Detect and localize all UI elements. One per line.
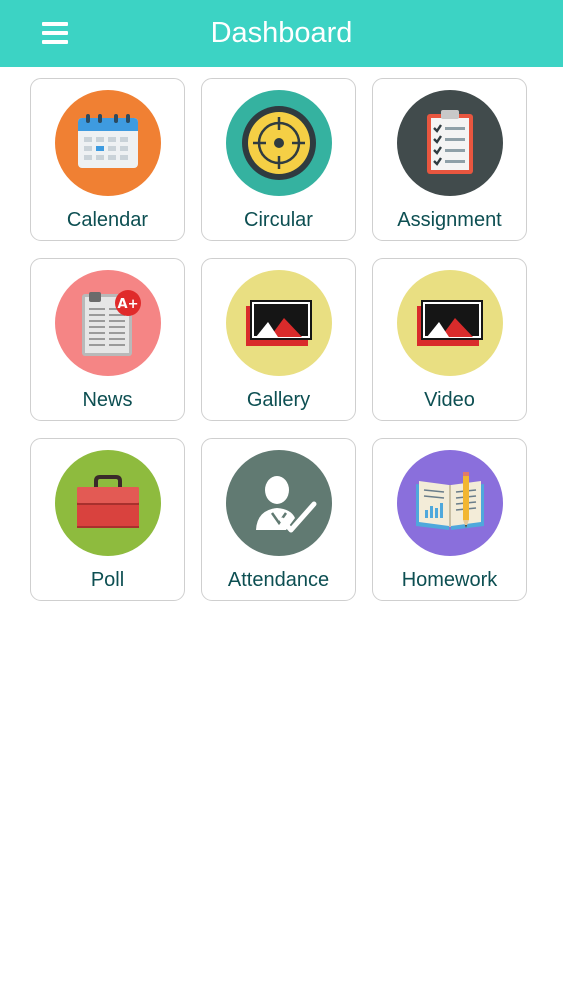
calendar-icon xyxy=(55,90,161,196)
tile-label: Attendance xyxy=(227,569,330,591)
tile-assignment[interactable]: Assignment xyxy=(372,78,527,241)
tile-gallery[interactable]: Gallery xyxy=(201,258,356,421)
briefcase-icon xyxy=(55,450,161,556)
clipboard-checklist-icon xyxy=(397,90,503,196)
tile-label: Video xyxy=(424,389,475,411)
tile-circular[interactable]: Circular xyxy=(201,78,356,241)
tile-label: Homework xyxy=(401,569,498,591)
open-book-icon xyxy=(397,450,503,556)
tile-label: Gallery xyxy=(246,389,311,411)
page-title: Dashboard xyxy=(210,17,353,49)
tile-poll[interactable]: Poll xyxy=(30,438,185,601)
video-icon xyxy=(397,270,503,376)
dashboard-grid: Calendar Circular Assignment A+ News Gal… xyxy=(30,78,528,601)
tile-video[interactable]: Video xyxy=(372,258,527,421)
target-icon xyxy=(226,90,332,196)
top-app-bar: Dashboard xyxy=(0,0,563,67)
svg-text:A+: A+ xyxy=(118,297,139,312)
newspaper-icon: A+ xyxy=(55,270,161,376)
image-icon xyxy=(226,270,332,376)
tile-news[interactable]: A+ News xyxy=(30,258,185,421)
tile-label: Poll xyxy=(90,569,125,591)
tile-label: Calendar xyxy=(66,209,149,231)
tile-label: Assignment xyxy=(397,209,502,231)
person-check-icon xyxy=(226,450,332,556)
tile-homework[interactable]: Homework xyxy=(372,438,527,601)
tile-calendar[interactable]: Calendar xyxy=(30,78,185,241)
tile-label: News xyxy=(82,389,133,411)
tile-attendance[interactable]: Attendance xyxy=(201,438,356,601)
tile-label: Circular xyxy=(244,209,313,231)
